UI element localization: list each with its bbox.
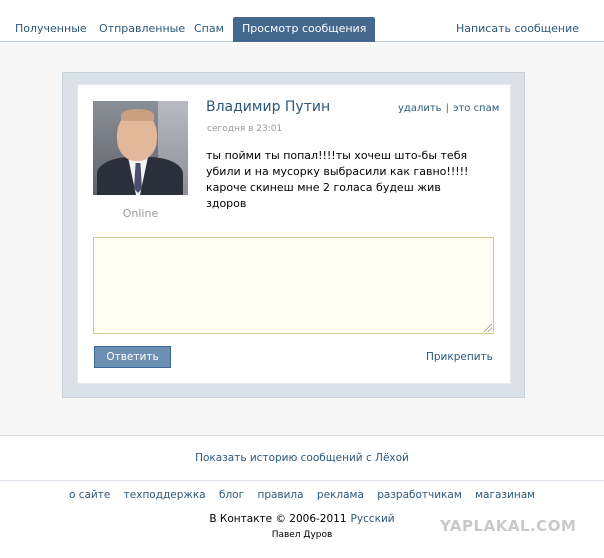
footer-link-shops[interactable]: магазинам <box>475 489 535 501</box>
attach-link[interactable]: Прикрепить <box>426 351 493 363</box>
copyright-text: В Контакте © 2006-2011 <box>209 513 347 525</box>
avatar-hair <box>121 109 154 121</box>
sender-name[interactable]: Владимир Путин <box>206 99 330 115</box>
show-history-link[interactable]: Показать историю сообщений с Лёхой <box>0 452 604 464</box>
footer-links: о сайте техподдержка блог правила реклам… <box>0 489 604 501</box>
watermark-logo: YAPLAKAL.COM <box>440 517 577 535</box>
footer-link-about[interactable]: о сайте <box>69 489 110 501</box>
avatar[interactable] <box>93 101 188 195</box>
tab-received[interactable]: Полученные <box>7 17 95 42</box>
delete-link[interactable]: удалить <box>398 103 442 114</box>
online-status: Online <box>122 207 159 220</box>
spam-link[interactable]: это спам <box>453 103 499 114</box>
write-message-link[interactable]: Написать сообщение <box>448 17 587 42</box>
footer-link-ads[interactable]: реклама <box>317 489 364 501</box>
tab-sent[interactable]: Отправленные <box>91 17 193 42</box>
footer-link-rules[interactable]: правила <box>257 489 303 501</box>
reply-textarea[interactable] <box>93 237 494 334</box>
tab-spam[interactable]: Спам <box>186 17 232 42</box>
reply-button[interactable]: Ответить <box>94 346 171 368</box>
tab-view-message[interactable]: Просмотр сообщения <box>233 17 376 42</box>
language-link[interactable]: Русский <box>351 513 395 525</box>
resize-grip-icon[interactable] <box>484 324 492 332</box>
footer-link-blog[interactable]: блог <box>219 489 244 501</box>
message-text: ты пойми ты попал!!!!ты хочеш што-бы теб… <box>206 149 469 210</box>
message-actions: удалить | это спам <box>398 103 499 114</box>
footer-link-developers[interactable]: разработчикам <box>377 489 462 501</box>
message-time: сегодня в 23:01 <box>207 124 283 134</box>
message-tabs: Полученные Отправленные Спам Просмотр со… <box>0 0 604 42</box>
footer-link-support[interactable]: техподдержка <box>124 489 206 501</box>
actions-separator: | <box>445 103 449 114</box>
